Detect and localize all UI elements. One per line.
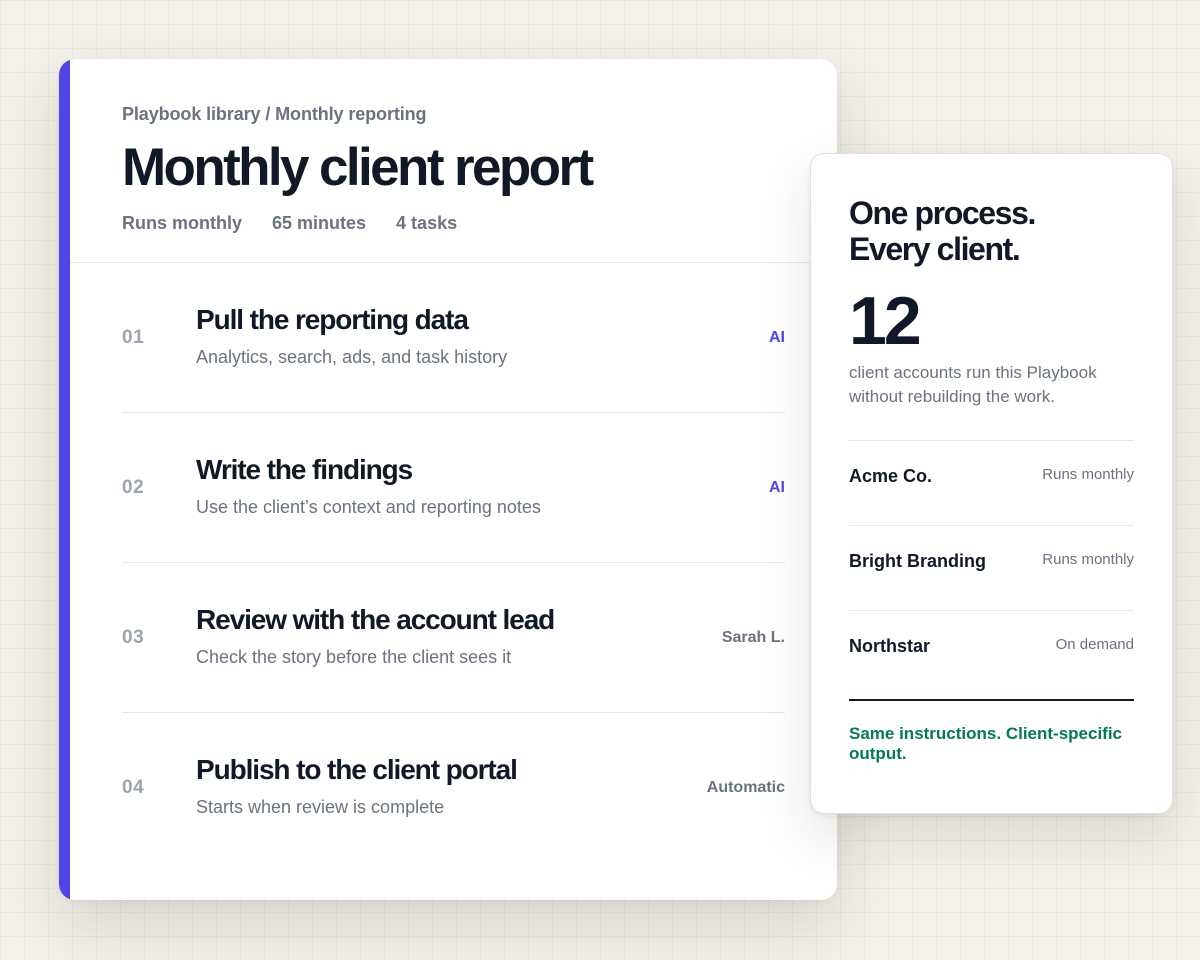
task-row[interactable]: 01 Pull the reporting data Analytics, se… [122,263,785,413]
task-description: Check the story before the client sees i… [196,647,512,667]
task-title: Write the findings [196,454,413,485]
task-number: 04 [122,777,145,798]
task-row[interactable]: 03 Review with the account lead Check th… [122,563,785,713]
task-owner-badge: AI [769,329,785,346]
task-owner-badge: Sarah L. [721,629,785,646]
task-description: Starts when review is complete [196,797,445,817]
client-name: Acme Co. [849,466,933,486]
summary-footer-note: Same instructions. Client-specific outpu… [849,724,1123,763]
task-title: Publish to the client portal [196,754,518,785]
accent-bar [59,59,70,900]
client-count: 12 [849,283,922,359]
client-schedule: Runs monthly [1042,466,1134,483]
frequency-label: Runs monthly [122,213,242,234]
duration-label: 65 minutes [272,213,367,234]
task-number: 02 [122,477,145,498]
summary-heading: One process. Every client. [849,195,1134,267]
task-owner-badge: AI [769,479,785,496]
task-number: 01 [122,327,145,348]
task-description: Analytics, search, ads, and task history [196,347,508,367]
client-row[interactable]: Bright Branding Runs monthly [849,526,1134,611]
task-number: 03 [122,627,145,648]
clients-summary-card: One process. Every client. 12 client acc… [810,153,1173,814]
client-name: Northstar [849,636,931,656]
task-owner-badge: Automatic [706,779,785,796]
client-name: Bright Branding [849,551,986,571]
client-schedule: On demand [1055,636,1134,653]
client-schedule: Runs monthly [1042,551,1134,568]
summary-heading-line: Every client. [849,231,1021,267]
task-list: 01 Pull the reporting data Analytics, se… [122,263,785,862]
client-row[interactable]: Acme Co. Runs monthly [849,441,1134,526]
summary-divider [849,699,1134,701]
playbook-card: Playbook library / Monthly reporting Mon… [59,59,837,900]
summary-heading-line: One process. [849,195,1036,231]
client-row[interactable]: Northstar On demand [849,611,1134,695]
task-description: Use the client’s context and reporting n… [196,497,541,517]
task-count-label: 4 tasks [396,213,458,234]
playbook-meta: Runs monthly 65 minutes 4 tasks [122,213,837,234]
client-count-caption: client accounts run this Playbook withou… [849,363,1097,406]
client-list: Acme Co. Runs monthly Bright Branding Ru… [849,440,1134,695]
playbook-header: Playbook library / Monthly reporting Mon… [122,104,837,234]
task-title: Review with the account lead [196,604,555,635]
clients-summary-content: One process. Every client. 12 client acc… [849,195,1134,764]
task-row[interactable]: 02 Write the findings Use the client’s c… [122,413,785,563]
page-title: Monthly client report [122,138,594,197]
breadcrumb[interactable]: Playbook library / Monthly reporting [122,104,837,125]
task-title: Pull the reporting data [196,304,469,335]
task-row[interactable]: 04 Publish to the client portal Starts w… [122,713,785,862]
